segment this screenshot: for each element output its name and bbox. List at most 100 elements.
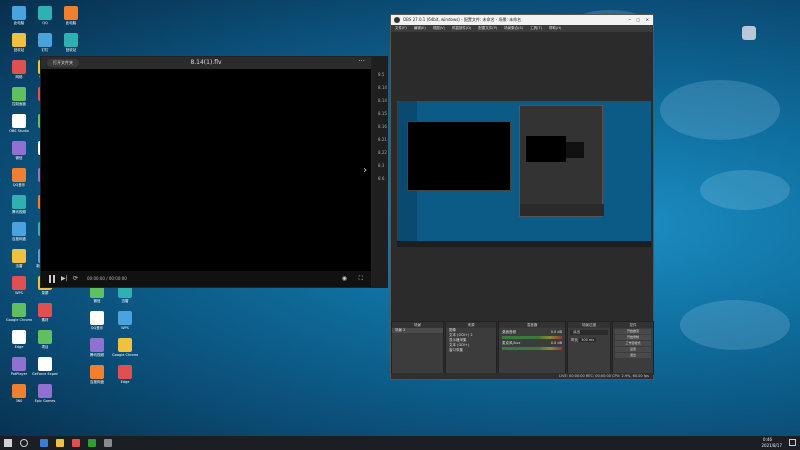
obs-control-button[interactable]: 开始录制 [615,335,651,340]
desktop-icon[interactable]: 回收站 [6,33,32,52]
desktop-app-icon [38,303,52,317]
desktop-icon[interactable]: 微信 [6,141,32,160]
obs-window[interactable]: OBS 27.0.1 (64bit, windows) - 配置文件: 未命名 … [390,14,654,380]
source-item[interactable]: 窗口采集 [446,348,496,353]
fullscreen-icon[interactable]: ⛶ [359,275,363,283]
taskbar-app-icon[interactable] [72,439,80,447]
playlist-item[interactable]: 8.22 [378,150,387,155]
obs-menu-item[interactable]: 编辑(E) [414,26,426,30]
obs-control-button[interactable]: 开始推流 [615,329,651,334]
desktop-icon[interactable]: 此电脑 [58,6,84,25]
playlist-item[interactable]: 8.14 [378,85,387,90]
desktop-icon[interactable]: Edge [6,330,32,349]
desktop-icon[interactable]: 迅雷 [6,249,32,268]
desktop-icon[interactable]: 钉钉 [32,33,58,52]
obs-title-bar[interactable]: OBS 27.0.1 (64bit, windows) - 配置文件: 未命名 … [391,15,653,25]
desktop-icon-label: QQ [42,21,48,25]
obs-title: OBS 27.0.1 (64bit, windows) - 配置文件: 未命名 … [403,17,522,22]
desktop-app-icon [38,33,52,47]
desktop-icon[interactable]: 360 [6,384,32,403]
desktop-icon[interactable]: GeForce Experience [32,357,58,376]
desktop-icon[interactable]: Google Chrome [6,303,32,322]
playlist-sidebar[interactable]: 8.5 8.14 8.14 8.15 8.16 8.21 8.22 8.3 8.6 [372,56,388,288]
taskbar-app-icon[interactable] [88,439,96,447]
desktop-icon[interactable]: QQ [32,6,58,25]
desktop-icon[interactable]: PotPlayer [6,357,32,376]
search-icon[interactable] [20,439,28,447]
desktop-badge-icon[interactable] [742,26,756,40]
scene-item[interactable]: 场景 2 [392,328,443,333]
taskbar-date[interactable]: 2021/8/17 [761,443,782,448]
desktop-icon[interactable]: Epic Games [32,384,58,403]
notification-icon[interactable] [789,439,796,446]
desktop-icon[interactable]: 百度网盘 [84,365,110,384]
playlist-item[interactable]: 8.16 [378,124,387,129]
obs-menu-item[interactable]: 工具(T) [530,26,542,30]
obs-control-button[interactable]: 设置 [615,347,651,352]
desktop-icon[interactable]: WPS [112,311,138,330]
playlist-item[interactable]: 8.6 [378,176,384,181]
desktop-app-icon [90,311,104,325]
wallpaper-wave [660,80,780,140]
desktop-icon[interactable]: 素材 [32,303,58,322]
taskbar-time[interactable]: 0:46 [763,437,772,442]
desktop-icon[interactable]: QQ音乐 [84,311,110,330]
volume-meter[interactable] [502,336,562,339]
desktop-icon[interactable]: 控制面板 [6,87,32,106]
desktop-icon[interactable]: OBS Studio [6,114,32,133]
player-title-bar[interactable]: 打开文件夹 8.14(1).flv ··· [41,57,371,69]
desktop-icon-label: 此电脑 [65,21,77,25]
duration-field[interactable]: 300 ms [579,338,597,342]
obs-menu-item[interactable]: 文件(F) [395,26,407,30]
more-icon[interactable]: ··· [358,57,365,65]
video-player-window[interactable]: 打开文件夹 8.14(1).flv ··· › ▶| ⟳ 00:00:00 / … [40,56,372,288]
desktop-icon[interactable]: 回收站 [58,33,84,52]
playlist-item[interactable]: 8.21 [378,137,387,142]
obs-control-button[interactable]: 退出 [615,353,651,358]
loop-icon[interactable]: ⟳ [73,275,78,282]
desktop-icon-label: WPS [121,326,129,330]
desktop-icon-label: 腾讯视频 [90,353,104,357]
pause-icon[interactable] [49,275,55,283]
volume-icon[interactable]: ◉ [342,275,347,282]
desktop-icon-label: PotPlayer [10,372,28,376]
volume-meter[interactable] [502,347,562,350]
desktop-icon[interactable]: Edge [112,365,138,384]
desktop-icon[interactable]: 此电脑 [6,6,32,25]
playlist-item[interactable]: 8.5 [378,72,384,77]
desktop-app-icon [118,365,132,379]
playlist-item[interactable]: 8.15 [378,111,387,116]
mixer-db: 0.0 dB [550,341,562,345]
player-controls: ▶| ⟳ 00:00:00 / 00:00:00 ◉ ⛶ [41,271,371,287]
desktop-icon[interactable]: 腾讯视频 [84,338,110,357]
wallpaper-wave [700,170,790,210]
obs-control-button[interactable]: 工作室模式 [615,341,651,346]
taskbar-app-icon[interactable] [56,439,64,447]
desktop-icon[interactable]: 网络 [6,60,32,79]
next-icon[interactable]: ▶| [61,275,68,282]
taskbar-app-icon[interactable] [104,439,112,447]
next-chevron-icon[interactable]: › [363,165,367,176]
desktop-icon[interactable]: 项目 [32,330,58,349]
nested-obs [519,105,604,217]
obs-menu-item[interactable]: 帮助(H) [549,26,561,30]
desktop-icon[interactable]: 百度网盘 [6,222,32,241]
desktop-icon[interactable]: Google Chrome [112,338,138,357]
transition-select[interactable]: 淡出 [570,330,608,335]
start-button[interactable] [4,439,12,447]
desktop-icon[interactable]: WPS [6,276,32,295]
obs-menu-item[interactable]: 视图(V) [433,26,445,30]
obs-menu-item[interactable]: 配置文件(P) [478,26,497,30]
desktop-app-icon [64,6,78,20]
close-button[interactable]: ✕ [646,15,649,25]
maximize-button[interactable]: □ [636,15,640,25]
desktop-icon[interactable]: 腾讯视频 [6,195,32,214]
obs-menu-item[interactable]: 停靠部件(D) [452,26,471,30]
playlist-item[interactable]: 8.14 [378,98,387,103]
obs-menu-item[interactable]: 场景集合(S) [504,26,523,30]
obs-preview[interactable] [397,101,651,247]
minimize-button[interactable]: ─ [629,15,631,25]
desktop-icon[interactable]: QQ音乐 [6,168,32,187]
taskbar-app-icon[interactable] [40,439,48,447]
playlist-item[interactable]: 8.3 [378,163,384,168]
